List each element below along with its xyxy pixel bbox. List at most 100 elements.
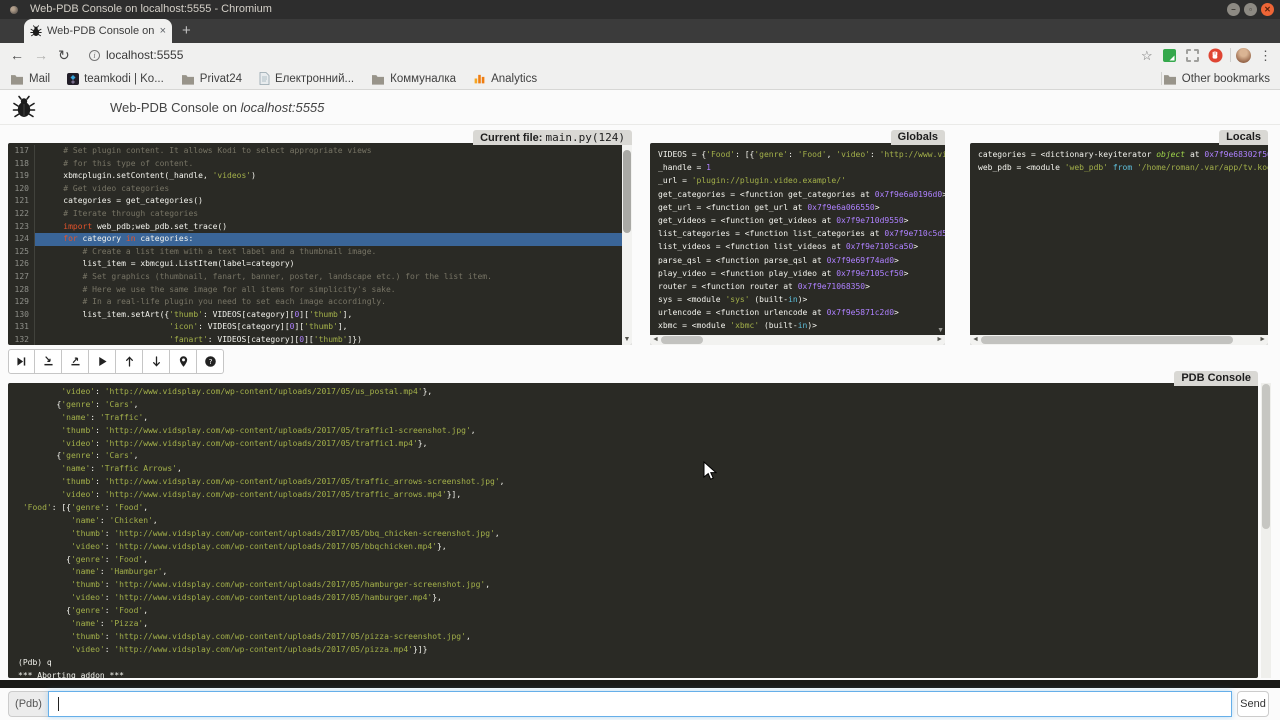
step-into-icon — [42, 355, 55, 368]
extension-adblock-icon[interactable] — [1208, 48, 1223, 63]
skip-next-icon — [15, 355, 28, 368]
bookmarks-bar: Mail teamkodi | Ko... Privat24 Електронний.… — [0, 68, 1280, 90]
line-number: 123 — [8, 221, 35, 234]
bookmark-item[interactable]: Коммуналка — [371, 73, 456, 85]
code-line: 124 for category in categories: — [8, 233, 632, 246]
variable-line: web_pdb = <module 'web_pdb' from '/home/… — [978, 161, 1268, 174]
continue-button[interactable] — [89, 349, 116, 374]
globals-hscroll-thumb[interactable] — [661, 336, 703, 344]
site-info-icon[interactable]: i — [89, 50, 100, 61]
variable-line: categories = <dictionary-keyiterator obj… — [978, 148, 1268, 161]
help-button[interactable]: ? — [197, 349, 224, 374]
console-line: {'genre': 'Cars', — [18, 450, 1258, 463]
svg-text:?: ? — [208, 357, 212, 366]
line-number: 125 — [8, 246, 35, 259]
code-scrollbar: ▼ — [622, 143, 632, 345]
return-button[interactable] — [62, 349, 89, 374]
reload-button[interactable]: ↻ — [58, 43, 70, 68]
close-button[interactable]: ✕ — [1261, 3, 1274, 16]
locals-hscroll-thumb[interactable] — [981, 336, 1233, 344]
bookmark-star-icon[interactable]: ☆ — [1141, 43, 1153, 68]
code-line: 117 # Set plugin content. It allows Kodi… — [8, 145, 632, 158]
code-line: 119 xbmcplugin.setContent(_handle, 'vide… — [8, 170, 632, 183]
forward-button[interactable]: → — [34, 43, 48, 68]
extension-green-icon[interactable] — [1163, 49, 1176, 62]
bookmark-item[interactable]: Mail — [10, 73, 50, 85]
console-scrollbar-thumb[interactable] — [1262, 384, 1270, 529]
line-number: 118 — [8, 158, 35, 171]
console-line: 'video': 'http://www.vidsplay.com/wp-con… — [18, 592, 1258, 605]
page-title-host: localhost:5555 — [241, 100, 325, 115]
console-line: 'thumb': 'http://www.vidsplay.com/wp-con… — [18, 631, 1258, 644]
line-number: 132 — [8, 334, 35, 345]
code-lines: 117 # Set plugin content. It allows Kodi… — [8, 143, 632, 345]
scroll-right-icon[interactable]: ► — [936, 335, 943, 345]
globals-panel: VIDEOS = {'Food': [{'genre': 'Food', 'vi… — [650, 143, 945, 345]
step-button[interactable] — [35, 349, 62, 374]
bookmark-item[interactable]: Електронний... — [259, 72, 354, 85]
next-button[interactable] — [8, 349, 35, 374]
console-line: 'thumb': 'http://www.vidsplay.com/wp-con… — [18, 528, 1258, 541]
send-button[interactable]: Send — [1237, 691, 1269, 717]
tab-close-icon[interactable]: × — [160, 26, 166, 37]
locals-label: Locals — [1219, 130, 1268, 145]
variable-line: _handle = 1 — [658, 161, 945, 174]
variable-line: xbmc = <module 'xbmc' (built-in)> — [658, 319, 945, 332]
console-line: 'name': 'Traffic Arrows', — [18, 463, 1258, 476]
other-bookmarks-button[interactable]: Other bookmarks — [1163, 68, 1270, 89]
profile-avatar[interactable] — [1236, 48, 1251, 63]
maximize-button[interactable]: ▫ — [1244, 3, 1257, 16]
console-line: 'video': 'http://www.vidsplay.com/wp-con… — [18, 541, 1258, 554]
browser-menu-icon[interactable]: ⋮ — [1259, 43, 1272, 68]
console-line: *** Aborting addon *** — [18, 670, 1258, 678]
code-scrollbar-thumb[interactable] — [623, 150, 631, 233]
browser-tab[interactable]: Web-PDB Console on loca × — [24, 19, 172, 43]
console-line: 'thumb': 'http://www.vidsplay.com/wp-con… — [18, 476, 1258, 489]
where-button[interactable] — [170, 349, 197, 374]
bookmark-item[interactable]: teamkodi | Ko... — [67, 73, 164, 85]
line-number: 120 — [8, 183, 35, 196]
code-line: 125 # Create a list item with a text lab… — [8, 246, 632, 259]
minimize-button[interactable]: – — [1227, 3, 1240, 16]
bookmark-item[interactable]: Analytics — [473, 72, 537, 85]
locals-panel: categories = <dictionary-keyiterator obj… — [970, 143, 1268, 345]
variable-line: urlencode = <function urlencode at 0x7f9… — [658, 306, 945, 319]
console-line: 'name': 'Chicken', — [18, 515, 1258, 528]
code-line-text: categories = get_categories() — [35, 195, 632, 208]
back-button[interactable]: ← — [10, 43, 24, 68]
scroll-left-icon[interactable]: ◄ — [652, 335, 659, 345]
folder-icon — [371, 73, 385, 85]
globals-scroll-down-icon[interactable]: ▼ — [937, 327, 944, 334]
debug-toolbar: ? — [8, 349, 224, 374]
globals-hscrollbar: ◄ ► — [650, 335, 945, 345]
code-line: 126 list_item = xbmcgui.ListItem(label=c… — [8, 258, 632, 271]
folder-icon — [10, 73, 24, 85]
new-tab-button[interactable]: + — [182, 21, 191, 41]
locals-lines: categories = <dictionary-keyiterator obj… — [970, 143, 1268, 174]
stack-up-button[interactable] — [116, 349, 143, 374]
other-bookmarks-label: Other bookmarks — [1182, 73, 1270, 85]
stack-down-button[interactable] — [143, 349, 170, 374]
pdb-console-label: PDB Console — [1174, 371, 1258, 386]
code-line: 129 # In a real-life plugin you need to … — [8, 296, 632, 309]
console-line: 'Food': [{'genre': 'Food', — [18, 502, 1258, 515]
scroll-down-icon[interactable]: ▼ — [622, 336, 632, 344]
scroll-left-icon[interactable]: ◄ — [972, 335, 979, 345]
tab-strip: Web-PDB Console on loca × + — [0, 19, 1280, 43]
line-number: 130 — [8, 309, 35, 322]
code-line: 128 # Here we use the same image for all… — [8, 284, 632, 297]
code-line-text: # Here we use the same image for all ite… — [35, 284, 632, 297]
code-line-text: # Set graphics (thumbnail, fanart, banne… — [35, 271, 632, 284]
arrow-down-icon — [150, 355, 163, 368]
arrow-up-icon — [123, 355, 136, 368]
extension-capture-icon[interactable] — [1186, 49, 1199, 62]
address-bar[interactable]: localhost:5555 — [106, 43, 183, 68]
code-line: 121 categories = get_categories() — [8, 195, 632, 208]
kodi-icon — [67, 73, 79, 85]
variable-line: parse_qsl = <function parse_qsl at 0x7f9… — [658, 254, 945, 267]
pdb-command-input[interactable] — [48, 691, 1232, 717]
code-line-text: for category in categories: — [35, 233, 632, 246]
bookmark-item[interactable]: Privat24 — [181, 73, 242, 85]
map-pin-icon — [177, 355, 190, 368]
scroll-right-icon[interactable]: ► — [1259, 335, 1266, 345]
